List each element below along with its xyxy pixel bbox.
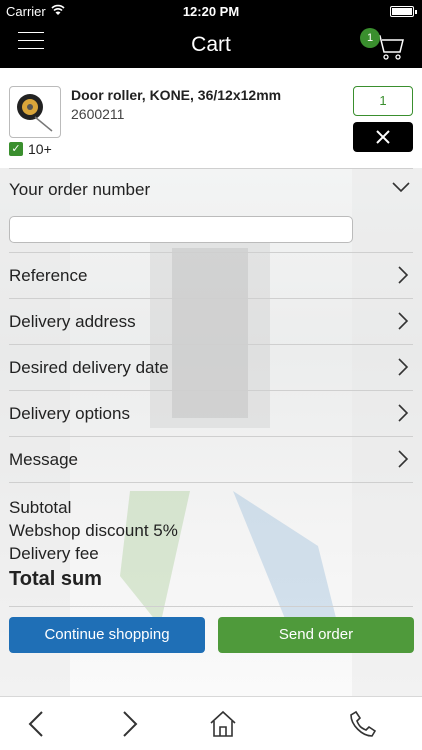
quantity-input[interactable]: 1 [353,86,413,116]
battery-icon [390,6,417,17]
order-number-label: Your order number [9,180,151,199]
divider [9,606,413,607]
cart-button[interactable]: 1 [360,28,406,64]
blue-arrow-decoration [233,491,338,626]
nav-bar: Cart 1 [0,22,422,68]
chevron-right-icon [398,266,409,284]
cart-count-badge: 1 [360,28,380,48]
product-image [9,86,61,138]
order-number-input[interactable] [9,216,353,243]
discount-label: Webshop discount 5% [9,521,178,540]
delivery-address-label: Delivery address [9,312,136,331]
status-time: 12:20 PM [182,4,240,19]
close-icon [376,130,390,144]
product-name: Door roller, KONE, 36/12x12mm [71,87,282,103]
chevron-right-icon [398,312,409,330]
product-sku: 2600211 [71,106,125,122]
continue-shopping-button[interactable]: Continue shopping [9,617,205,653]
divider [9,252,413,253]
chevron-right-icon [398,358,409,376]
chevron-right-icon [398,404,409,422]
total-sum-label: Total sum [9,568,102,590]
message-label: Message [9,450,78,469]
divider [9,390,413,391]
phone-icon[interactable] [348,709,378,739]
delivery-date-label: Desired delivery date [9,358,169,377]
forward-icon[interactable] [114,709,144,739]
send-order-button[interactable]: Send order [218,617,414,653]
divider [9,168,413,169]
divider [9,344,413,345]
status-bar: Carrier 12:20 PM [0,0,422,22]
back-icon[interactable] [22,709,52,739]
bottom-toolbar [0,696,422,750]
delivery-options-label: Delivery options [9,404,130,423]
stock-status: ✓ 10+ [9,141,52,157]
divider [9,298,413,299]
stock-label: 10+ [28,141,52,157]
delivery-fee-label: Delivery fee [9,544,99,563]
home-icon[interactable] [208,709,238,739]
cart-item: ✓ 10+ Door roller, KONE, 36/12x12mm 2600… [0,80,422,168]
green-arrow-decoration [120,491,190,626]
divider [9,436,413,437]
checkmark-icon: ✓ [9,142,23,156]
remove-item-button[interactable] [353,122,413,152]
chevron-down-icon[interactable] [392,180,410,194]
chevron-right-icon [398,450,409,468]
subtotal-label: Subtotal [9,498,72,517]
reference-label: Reference [9,266,88,285]
page-title: Cart [191,33,231,56]
divider [9,482,413,483]
